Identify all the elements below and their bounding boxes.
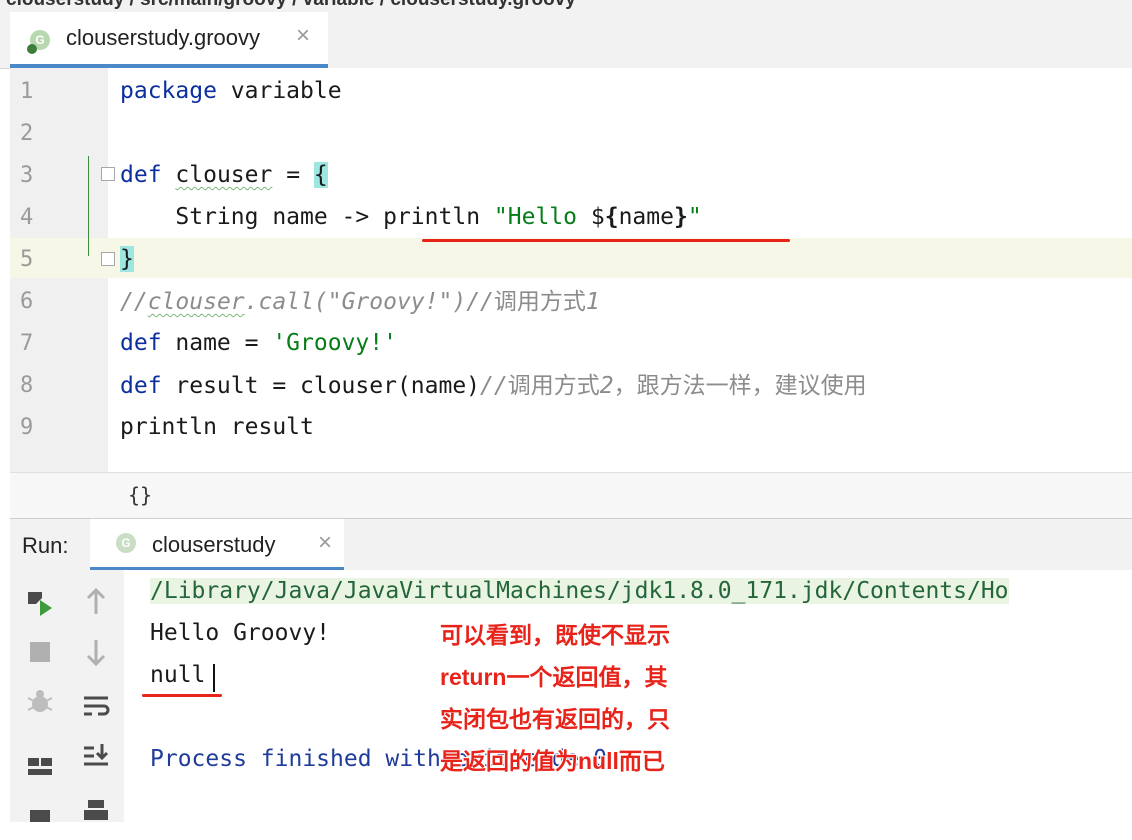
string-literal: 'Groovy!' (272, 330, 397, 356)
run-toolwindow-header: Run: G clouserstudy × (10, 518, 1132, 572)
comment: 2 (599, 373, 614, 399)
soft-wrap-icon[interactable] (76, 686, 116, 726)
fold-range-marker (88, 156, 89, 256)
arrow-down-icon[interactable] (76, 632, 116, 672)
groovy-run-icon: G (116, 533, 136, 553)
settings-icon[interactable] (20, 800, 60, 840)
run-label: Run: (22, 533, 69, 558)
braces-icon[interactable]: {} (128, 483, 152, 507)
code-text: = (272, 162, 314, 188)
code-line-9: println result (120, 412, 314, 442)
groovy-file-icon: G (27, 30, 50, 54)
println-call: println (383, 204, 481, 230)
line-number: 8 (20, 373, 34, 398)
line-number: 3 (20, 163, 34, 188)
code-text: result = clouser(name) (161, 373, 481, 399)
code-line-1: package variable (120, 76, 342, 106)
code-text: println result (120, 414, 314, 440)
annotation-line: 是返回的值为null而已 (440, 748, 665, 774)
line-number: 9 (20, 415, 34, 440)
code-line-8: def result = clouser(name)//调用方式2，跟方法一样，… (120, 370, 867, 401)
matched-brace: } (120, 246, 134, 272)
close-icon[interactable]: × (296, 22, 310, 50)
line-number: 7 (20, 331, 34, 356)
keyword: package (120, 78, 217, 104)
code-line-4: String name -> println "Hello ${name}" (120, 202, 702, 232)
string-literal: " (687, 204, 702, 230)
console-output-line: Hello Groovy! (150, 620, 331, 646)
console-command-line: /Library/Java/JavaVirtualMachines/jdk1.8… (150, 578, 1009, 604)
rerun-icon[interactable] (20, 584, 60, 624)
line-number: 2 (20, 121, 34, 146)
comment: clouser (147, 289, 245, 315)
code-text: name = (161, 330, 273, 356)
print-icon[interactable] (76, 792, 116, 832)
comment: .call("Groovy!")// (244, 289, 494, 315)
interpolated-var: name (618, 204, 674, 230)
interpolation-brace: } (673, 204, 688, 230)
code-line-6: //clouser.call("Groovy!")//调用方式1 (120, 286, 600, 317)
debug-icon[interactable] (20, 682, 60, 722)
keyword: def (120, 162, 162, 188)
interpolation-brace: { (604, 204, 619, 230)
arrow-up-icon[interactable] (76, 582, 116, 622)
breadcrumb-text[interactable]: clouserstudy / src/main/groovy / variabl… (6, 0, 576, 11)
annotation-line: return一个返回值，其 (440, 664, 668, 690)
run-toolbar-right (68, 570, 125, 822)
annotation-underline (142, 694, 222, 697)
comment: ，跟方法一样，建议使用 (613, 372, 867, 398)
annotation-line: 可以看到，既使不显示 (440, 622, 670, 648)
comment: 调用方式 (507, 372, 600, 398)
line-number: 6 (20, 289, 34, 314)
interpolation-dollar: $ (590, 204, 605, 230)
string-literal: "Hello (493, 204, 591, 230)
code-line-7: def name = 'Groovy!' (120, 328, 397, 358)
layout-icon[interactable] (20, 748, 60, 788)
line-number: 1 (20, 79, 34, 104)
comment: // (480, 373, 508, 399)
structure-bar: {} (10, 472, 1132, 519)
keyword: def (120, 373, 162, 399)
fold-end-icon[interactable] (101, 252, 115, 266)
text-cursor (213, 664, 215, 692)
close-icon[interactable]: × (318, 529, 332, 557)
annotation-underline (422, 239, 790, 242)
comment: 1 (585, 289, 600, 315)
code-line-5: } (120, 244, 134, 274)
fold-icon[interactable] (101, 167, 115, 181)
console-output-null: null (150, 662, 206, 688)
code-text: String name -> (120, 204, 384, 230)
comment: // (120, 289, 148, 315)
scroll-to-end-icon[interactable] (76, 736, 116, 776)
run-tab-clouserstudy[interactable]: G clouserstudy × (90, 519, 344, 571)
stop-icon[interactable] (20, 632, 60, 672)
matched-brace: { (313, 162, 328, 188)
annotation-line: 实闭包也有返回的，只 (440, 706, 670, 732)
current-line-highlight (10, 238, 1132, 278)
code-text: variable (216, 78, 342, 104)
code-line-3: def clouser = { (120, 160, 328, 190)
annotation-note: 可以看到，既使不显示 return一个返回值，其 实闭包也有返回的，只 是返回的… (440, 614, 740, 782)
breadcrumb: clouserstudy / src/main/groovy / variabl… (0, 0, 1132, 12)
keyword: def (120, 330, 162, 356)
line-number: 5 (20, 247, 34, 272)
run-toolbar-left (10, 570, 69, 822)
line-number: 4 (20, 205, 34, 230)
editor-tab-label: clouserstudy.groovy (66, 25, 261, 50)
comment: 调用方式 (493, 288, 586, 314)
editor-tab-clouserstudy[interactable]: G clouserstudy.groovy × (10, 12, 328, 68)
run-tab-label: clouserstudy (152, 532, 276, 557)
closure-variable: clouser (175, 162, 273, 188)
